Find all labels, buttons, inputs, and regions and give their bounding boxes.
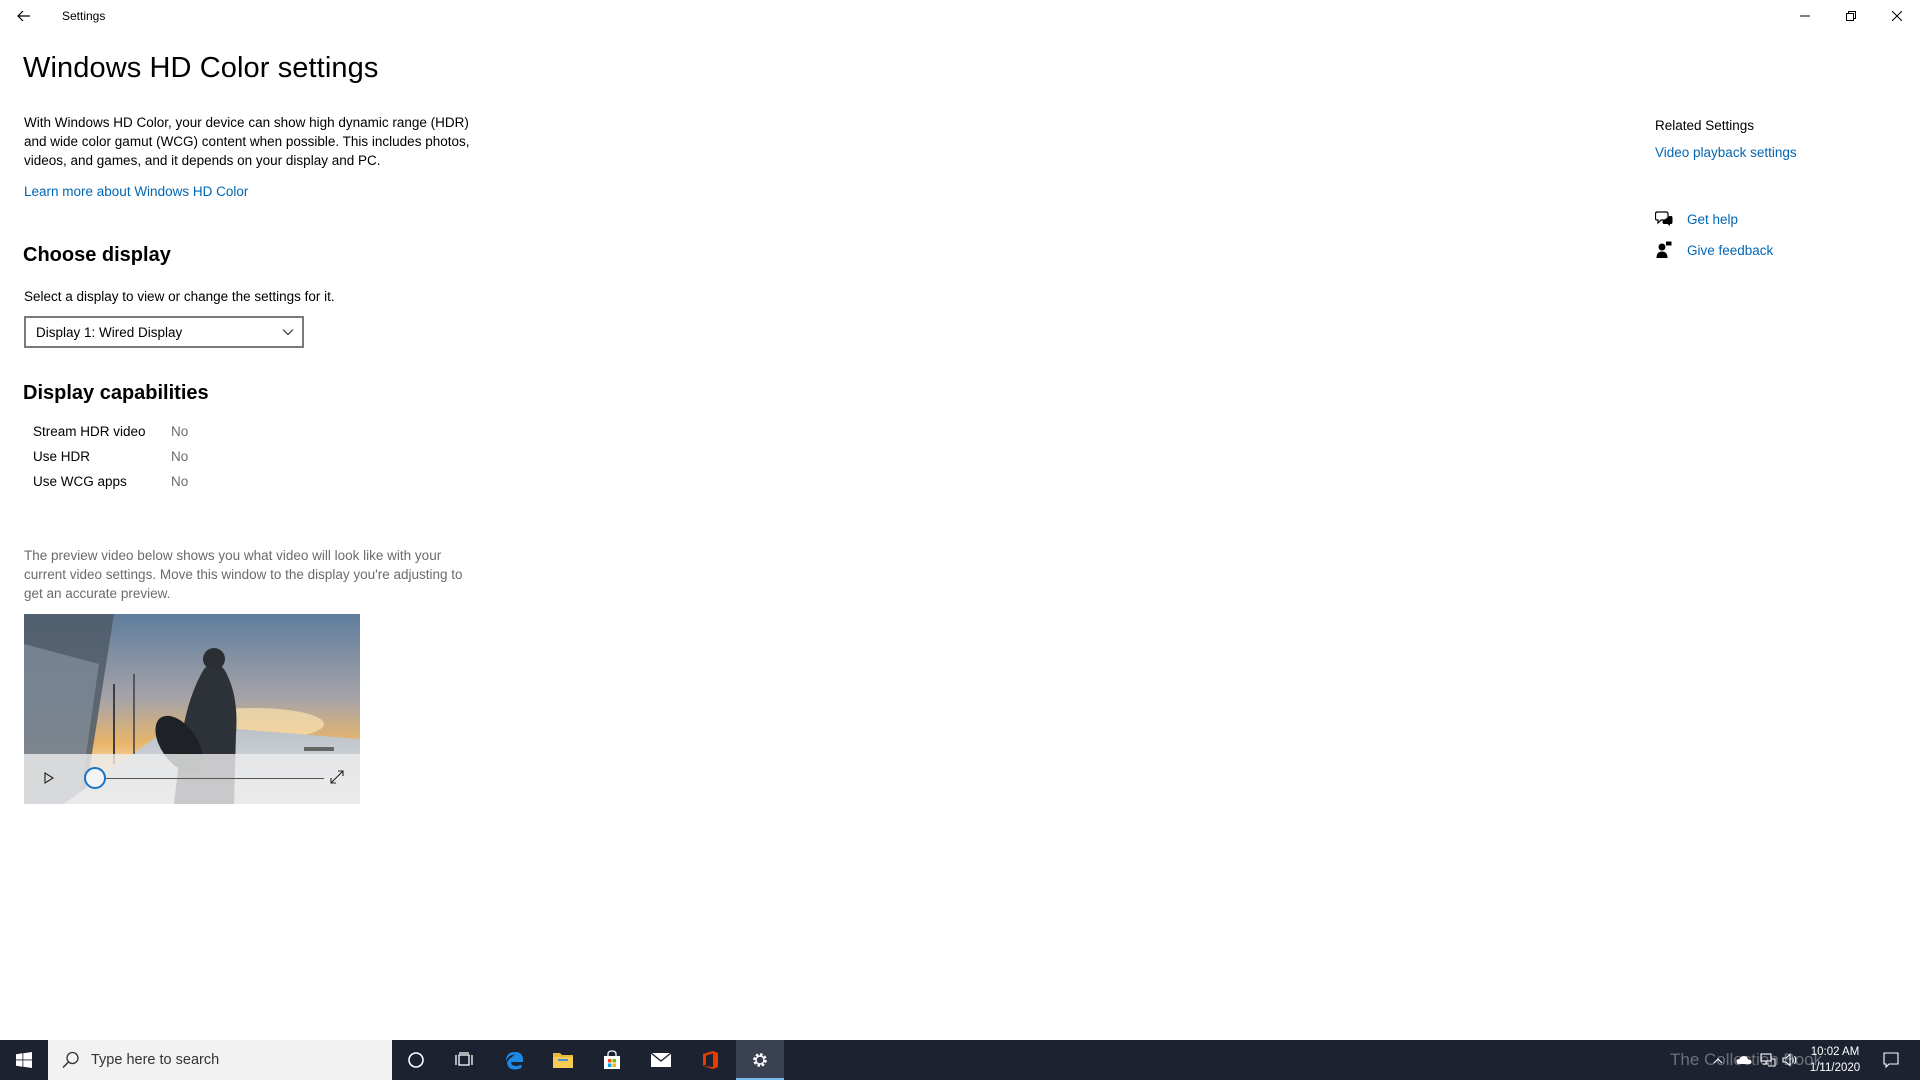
minimize-button[interactable] [1782,0,1828,32]
taskbar-search-box[interactable]: Type here to search [48,1040,392,1080]
video-playback-settings-link[interactable]: Video playback settings [1655,145,1797,160]
clock-time: 10:02 AM [1810,1046,1860,1058]
clock-date: 1/11/2020 [1809,1062,1861,1074]
choose-display-heading: Choose display [23,244,171,266]
display-select-dropdown[interactable]: Display 1: Wired Display [24,316,304,348]
capability-name: Use HDR [33,449,91,464]
folder-icon [553,1053,573,1068]
volume-tray-button[interactable] [1778,1040,1802,1080]
network-icon [1760,1053,1776,1067]
seek-bar-thumb[interactable] [84,767,106,789]
capability-value: No [171,449,189,464]
windows-logo-icon [16,1052,32,1068]
close-icon [1892,11,1902,21]
fullscreen-button[interactable] [326,766,348,788]
close-button[interactable] [1874,0,1920,32]
minimize-icon [1800,15,1810,17]
action-center-button[interactable] [1876,1040,1906,1080]
chevron-down-icon [282,329,294,336]
onedrive-tray-button[interactable] [1732,1040,1756,1080]
mail-envelope-icon [650,1052,672,1067]
notification-icon [1883,1052,1899,1068]
search-icon [62,1051,79,1069]
page-description: With Windows HD Color, your device can s… [24,115,470,168]
give-feedback-link[interactable]: Give feedback [1655,241,1773,259]
preview-description: The preview video below shows you what v… [24,548,463,601]
search-placeholder: Type here to search [91,1052,220,1068]
mail-button[interactable] [637,1040,685,1080]
edge-browser-icon [506,1052,523,1070]
task-view-button[interactable] [440,1040,488,1080]
title-bar: Settings [0,0,1920,32]
show-hidden-icons-button[interactable] [1706,1040,1730,1080]
related-settings-heading: Related Settings [1655,118,1755,133]
file-explorer-button[interactable] [539,1040,587,1080]
office-logo-icon [703,1051,718,1069]
display-select-value: Display 1: Wired Display [36,324,183,340]
taskbar-clock[interactable]: 10:02 AM 1/11/2020 [1800,1044,1870,1076]
chat-help-icon [1655,210,1673,228]
start-button[interactable] [0,1040,48,1080]
store-bag-icon [604,1050,620,1069]
feedback-person-icon [1655,241,1673,259]
play-icon [44,772,54,784]
capability-row: Use WCG apps No [33,474,188,499]
cortana-circle-icon [408,1052,424,1068]
settings-content: Windows HD Color settings With Windows H… [0,32,1920,1039]
get-help-link[interactable]: Get help [1655,210,1738,228]
window-title: Settings [62,9,106,23]
play-button[interactable] [38,767,60,789]
edge-taskbar-button[interactable] [490,1040,538,1080]
gear-icon [753,1053,767,1067]
chevron-up-icon [1713,1057,1723,1063]
back-button[interactable] [10,2,38,30]
cortana-button[interactable] [392,1040,440,1080]
speaker-icon [1782,1053,1797,1067]
capability-value: No [171,474,189,489]
cloud-icon [1736,1056,1752,1064]
capability-value: No [171,424,189,439]
back-arrow-icon [17,10,30,22]
display-select-label: Select a display to view or change the s… [24,289,335,304]
taskbar: Type here to search The Collection Book … [0,1040,1920,1080]
seek-bar-track[interactable] [96,778,324,779]
give-feedback-label: Give feedback [1687,242,1774,258]
settings-taskbar-button[interactable] [736,1040,784,1080]
video-controls [24,754,360,804]
capability-row: Use HDR No [33,449,188,474]
capability-name: Stream HDR video [33,424,146,439]
display-capabilities-heading: Display capabilities [23,382,209,404]
store-button[interactable] [588,1040,636,1080]
page-title: Windows HD Color settings [23,52,379,84]
network-tray-button[interactable] [1756,1040,1780,1080]
office-button[interactable] [686,1040,734,1080]
capability-row: Stream HDR video No [33,424,188,449]
capability-name: Use WCG apps [33,474,127,489]
preview-video[interactable] [24,614,360,804]
restore-icon [1846,11,1856,21]
restore-button[interactable] [1828,0,1874,32]
get-help-label: Get help [1687,211,1739,227]
learn-more-link[interactable]: Learn more about Windows HD Color [24,184,248,199]
fullscreen-icon [330,770,344,784]
capabilities-table: Stream HDR video No Use HDR No Use WCG a… [33,424,188,499]
task-view-icon [455,1052,473,1066]
